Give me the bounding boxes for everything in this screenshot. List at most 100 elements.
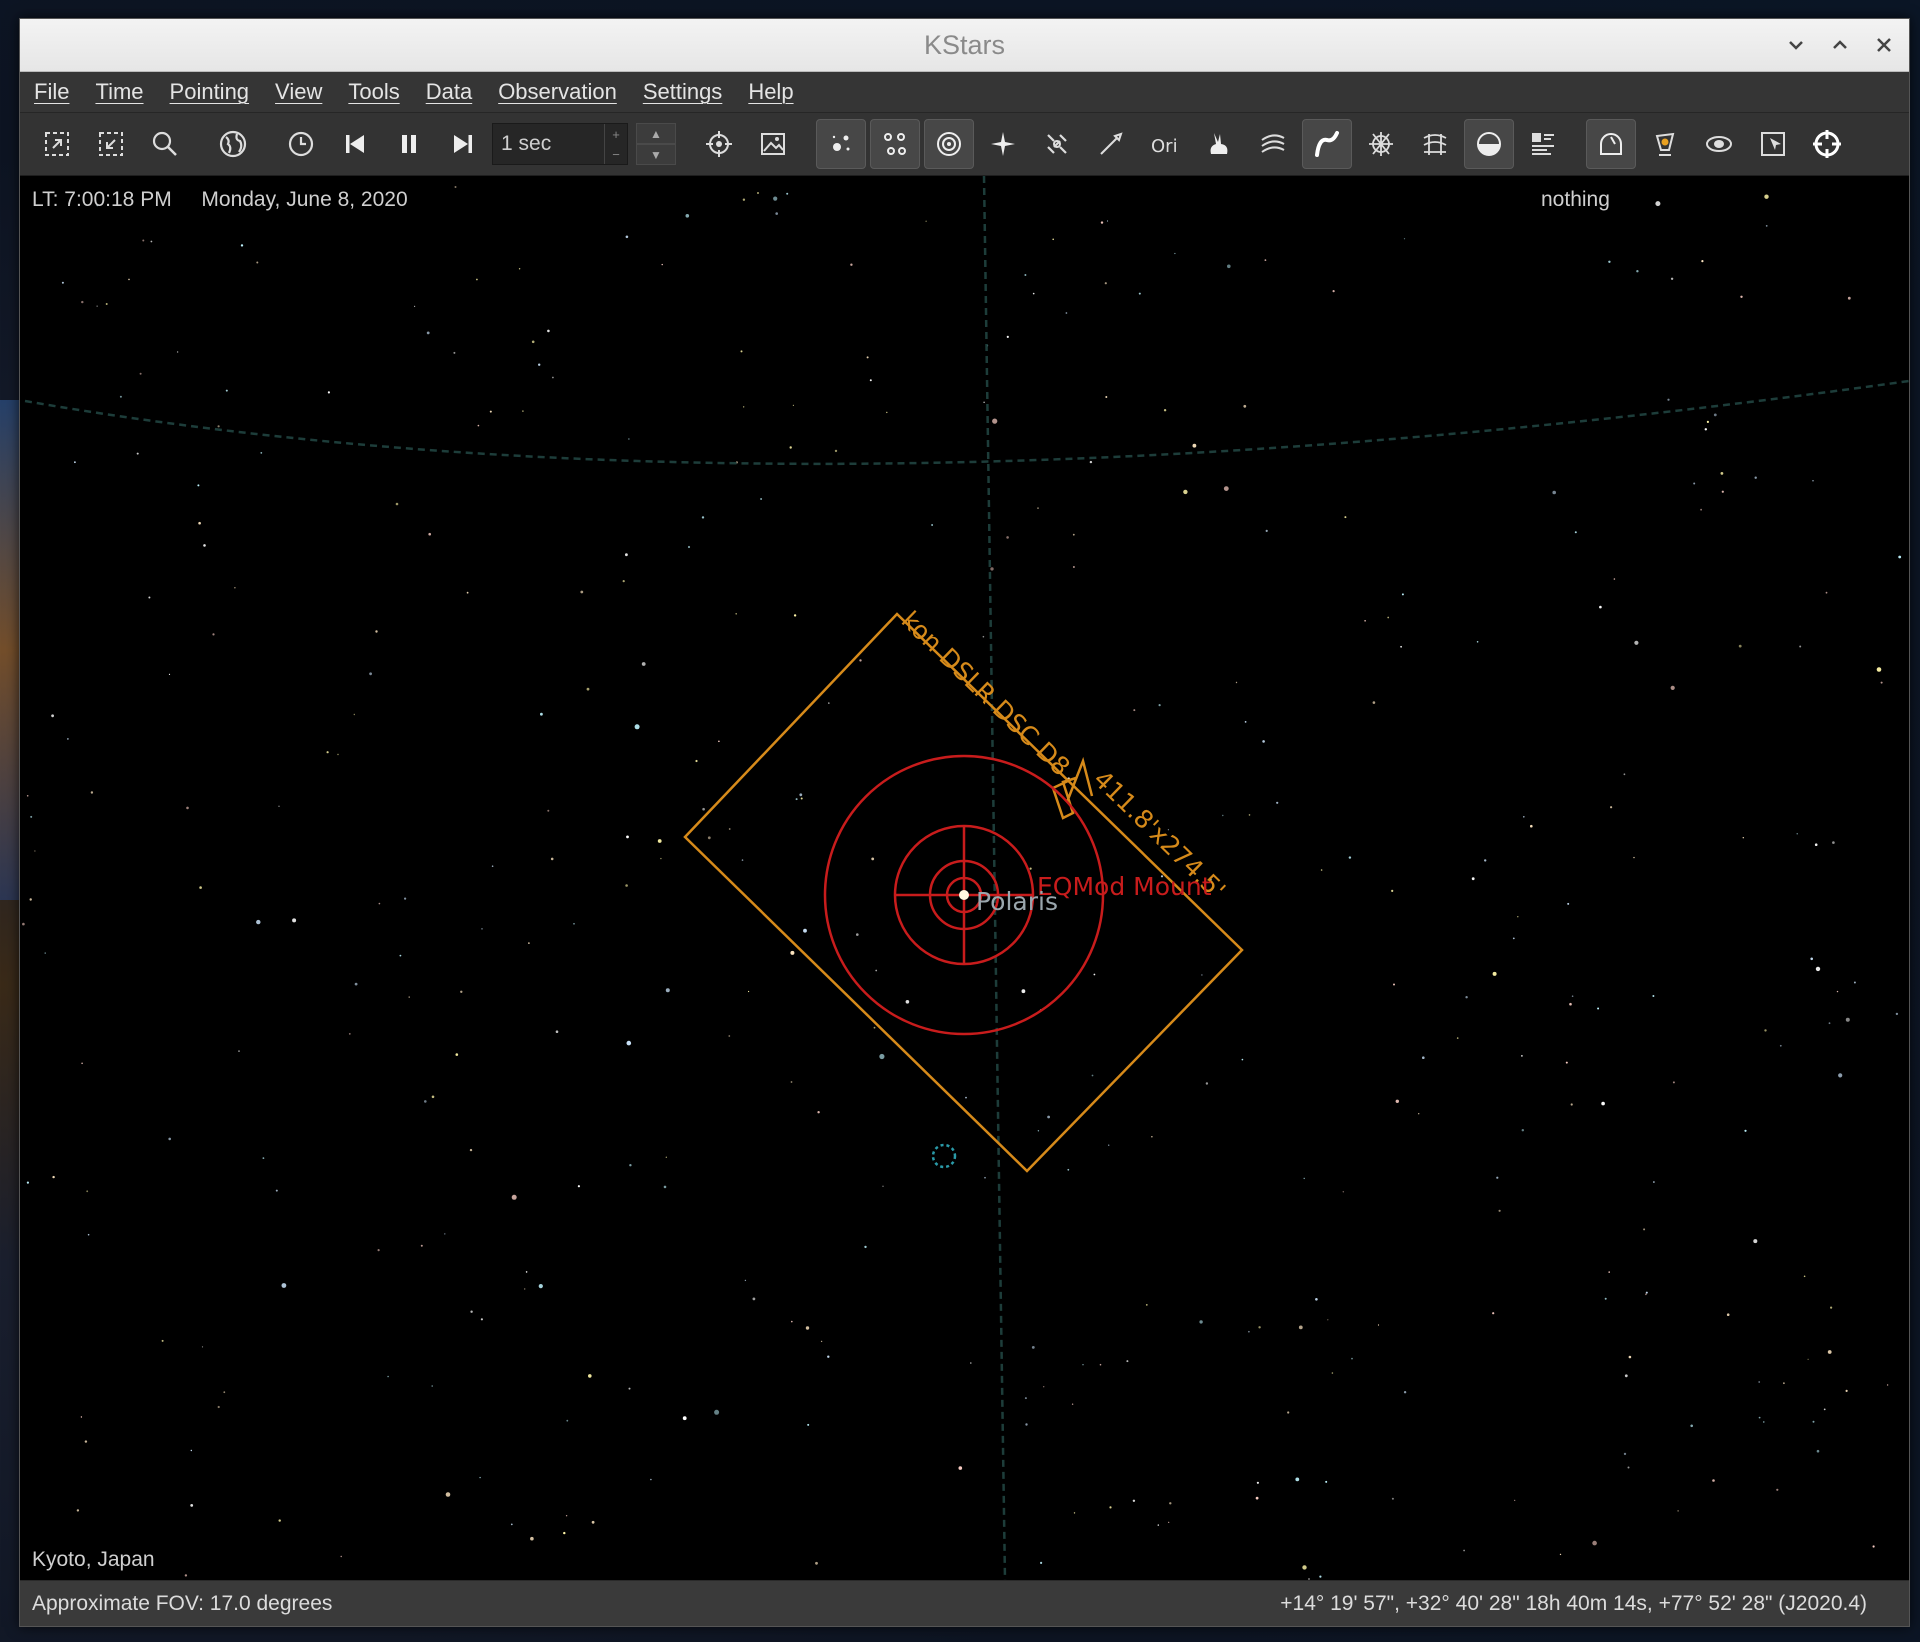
background-star <box>150 240 153 243</box>
focus-infobox[interactable]: nothing <box>1541 188 1610 212</box>
polaris-star[interactable] <box>959 890 969 900</box>
background-star <box>1106 220 1109 222</box>
background-star <box>789 446 792 449</box>
menu-data[interactable]: Data <box>426 79 472 105</box>
background-star <box>76 1509 80 1512</box>
center-track-button[interactable] <box>694 119 744 169</box>
sky-canvas[interactable]: kon DSLR DSC D8 411.8'x274.5' EQMod Moun… <box>20 176 1909 1580</box>
time-step-up-button[interactable]: ▲ <box>636 123 676 144</box>
background-star <box>1032 292 1035 295</box>
toggle-horizon-button[interactable] <box>1464 119 1514 169</box>
background-star <box>1298 1325 1303 1330</box>
background-star <box>931 524 933 526</box>
toggle-satellites-button[interactable] <box>1032 119 1082 169</box>
zoom-in-button[interactable] <box>32 119 82 169</box>
background-star <box>30 815 33 818</box>
background-star <box>190 1449 192 1452</box>
pause-icon <box>402 135 416 153</box>
background-star <box>190 1504 194 1507</box>
menu-help[interactable]: Help <box>748 79 793 105</box>
close-button[interactable] <box>1873 34 1895 56</box>
time-step-down-button[interactable]: ▼ <box>636 144 676 165</box>
background-star <box>1037 507 1039 509</box>
toggle-coordinate-grid-button[interactable] <box>1356 119 1406 169</box>
background-star <box>1667 398 1670 401</box>
background-star <box>1006 536 1009 539</box>
background-star <box>340 1555 342 1558</box>
what-is-interesting-button[interactable] <box>1694 119 1744 169</box>
toggle-planets-button[interactable] <box>924 119 974 169</box>
toggle-supernovae-button[interactable] <box>978 119 1028 169</box>
background-star <box>489 410 492 413</box>
background-star <box>148 596 151 599</box>
menu-settings[interactable]: Settings <box>643 79 723 105</box>
menu-pointing[interactable]: Pointing <box>170 79 250 105</box>
set-time-button[interactable] <box>276 119 326 169</box>
zoom-out-button[interactable] <box>86 119 136 169</box>
background-star <box>1740 295 1743 298</box>
minimize-button[interactable] <box>1785 34 1807 56</box>
background-star <box>687 545 691 549</box>
time-infobox[interactable]: LT: 7:00:18 PM Monday, June 8, 2020 <box>32 188 408 212</box>
find-object-button[interactable] <box>140 119 190 169</box>
toggle-stars-button[interactable] <box>816 119 866 169</box>
toggle-equatorial-grid-button[interactable] <box>1410 119 1460 169</box>
background-star <box>1295 1477 1300 1482</box>
background-star <box>1248 814 1251 816</box>
menu-file[interactable]: File <box>34 79 69 105</box>
time-step-units-spinner[interactable]: + − <box>604 124 627 164</box>
background-star <box>718 740 720 743</box>
background-star <box>1029 867 1032 870</box>
toggle-deep-sky-button[interactable] <box>870 119 920 169</box>
toggle-constellation-lines-button[interactable] <box>1302 119 1352 169</box>
step-backward-button[interactable] <box>330 119 380 169</box>
star-field <box>22 186 1902 1580</box>
background-star <box>626 1040 632 1046</box>
background-star <box>1726 1313 1730 1316</box>
background-star <box>800 797 803 800</box>
menu-tools[interactable]: Tools <box>348 79 399 105</box>
toggle-milky-way-button[interactable] <box>1248 119 1298 169</box>
background-star <box>660 857 662 860</box>
menu-observation[interactable]: Observation <box>498 79 617 105</box>
background-star <box>238 1050 240 1052</box>
background-star <box>555 1030 559 1033</box>
menu-time[interactable]: Time <box>95 79 143 105</box>
background-star <box>1627 1466 1630 1469</box>
maximize-button[interactable] <box>1829 34 1851 56</box>
background-star <box>1783 1382 1785 1385</box>
export-button[interactable] <box>1748 119 1798 169</box>
background-star <box>26 795 29 797</box>
toggle-constellation-art-button[interactable] <box>1194 119 1244 169</box>
toggle-comets-button[interactable] <box>1086 119 1136 169</box>
local-time: LT: 7:00:18 PM <box>32 188 172 211</box>
background-star <box>96 305 98 307</box>
toggle-constellation-names-button[interactable]: Ori <box>1140 119 1190 169</box>
background-star <box>1492 971 1497 976</box>
location-infobox[interactable]: Kyoto, Japan <box>32 1548 155 1572</box>
background-star <box>634 724 640 730</box>
ekos-button[interactable] <box>1802 119 1852 169</box>
time-step-field[interactable]: 1 sec + − <box>492 123 628 165</box>
menu-view[interactable]: View <box>275 79 322 105</box>
focus-object: nothing <box>1541 188 1610 211</box>
image-viewer-button[interactable] <box>748 119 798 169</box>
background-star <box>292 918 297 923</box>
background-star <box>1169 1502 1172 1505</box>
background-star <box>970 1362 972 1364</box>
background-star <box>807 1423 810 1426</box>
step-forward-button[interactable] <box>438 119 488 169</box>
title-bar[interactable]: KStars <box>20 19 1909 72</box>
pause-clock-button[interactable] <box>384 119 434 169</box>
background-star <box>748 990 750 993</box>
background-star <box>223 1391 226 1394</box>
toggle-infobox-button[interactable] <box>1518 119 1568 169</box>
background-star <box>752 1297 756 1301</box>
telescope-control-button[interactable] <box>1640 119 1690 169</box>
background-star <box>1720 472 1724 475</box>
background-star <box>424 1100 427 1103</box>
sky-map[interactable]: kon DSLR DSC D8 411.8'x274.5' EQMod Moun… <box>20 176 1909 1580</box>
observatory-button[interactable] <box>1586 119 1636 169</box>
svg-text:Ori: Ori <box>1151 136 1178 157</box>
geographic-location-button[interactable] <box>208 119 258 169</box>
